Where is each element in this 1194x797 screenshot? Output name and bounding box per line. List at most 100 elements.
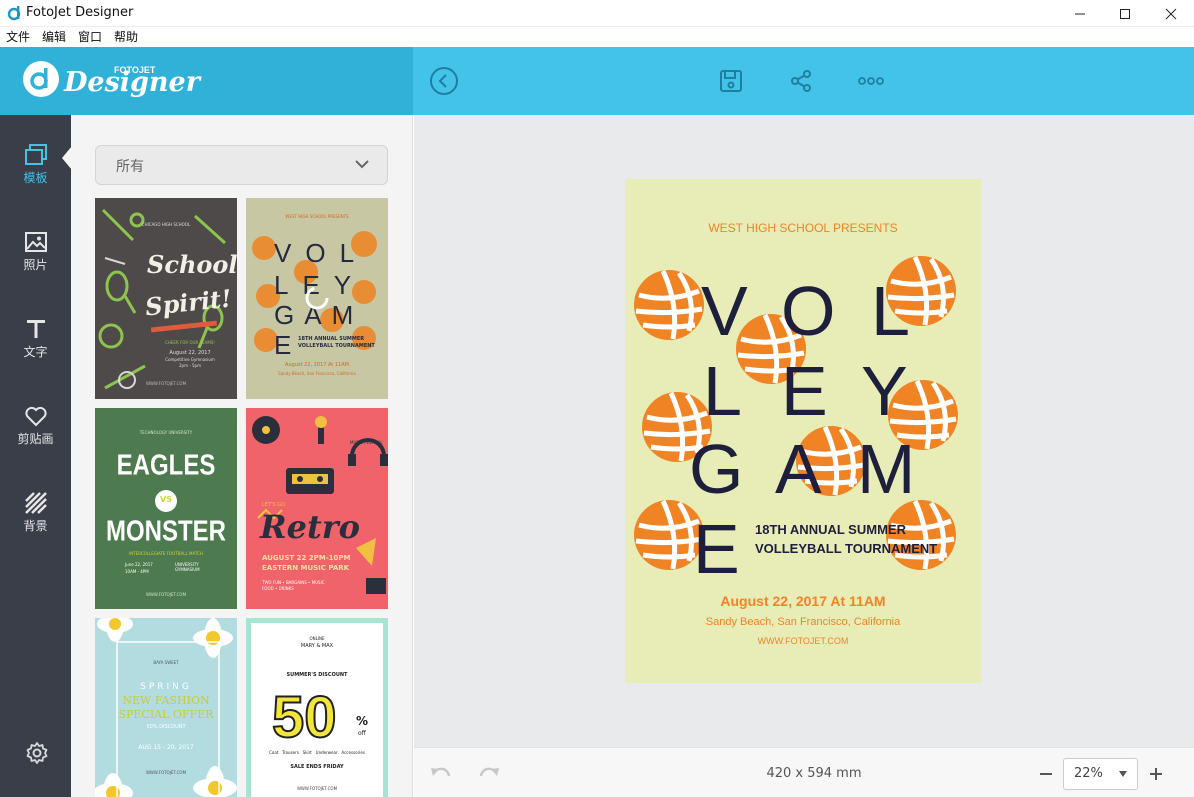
- spring-l2: NEW FASHION: [122, 694, 210, 707]
- share-icon: [791, 70, 811, 92]
- menu-help[interactable]: 帮助: [114, 27, 138, 47]
- spring-date: AUG 15 - 20, 2017: [138, 744, 194, 751]
- settings-button[interactable]: [25, 741, 49, 765]
- template-retro[interactable]: MUSIC FESTIVAL LET'S GO Retro AUGUST 22 …: [246, 408, 388, 609]
- template-discount[interactable]: ONLINE MARY & MAX SUMMER'S DISCOUNT 50 %…: [246, 618, 388, 797]
- minus-icon: [1040, 773, 1052, 775]
- menu-file[interactable]: 文件: [6, 27, 30, 47]
- minimize-button[interactable]: [1057, 0, 1103, 27]
- eagles-date: June 22, 2017: [125, 562, 153, 567]
- template-volleyball[interactable]: WEST HIGH SCHOOL PRESENTS VOL LEY GAM E …: [246, 198, 388, 399]
- poster-letter-y[interactable]: Y: [861, 351, 908, 431]
- template-icon: [25, 144, 47, 165]
- close-icon: [1165, 8, 1177, 19]
- poster-site[interactable]: WWW.FOTOJET.COM: [625, 636, 981, 646]
- volley-small-date: August 22, 2017 At 11AM: [285, 362, 349, 368]
- retro-extra1: TWO FUN • BARGAINS • MUSIC: [262, 580, 325, 585]
- title-bar: FotoJet Designer: [0, 0, 1194, 27]
- heart-icon: [25, 406, 47, 427]
- poster-letter-o[interactable]: O: [781, 271, 835, 351]
- share-button[interactable]: [786, 66, 816, 96]
- back-button[interactable]: [429, 66, 459, 96]
- poster-letter-e2[interactable]: E: [693, 509, 740, 589]
- spring-l3: SPECIAL OFFER: [118, 708, 214, 721]
- eagles-site: WWW.FOTOJET.COM: [145, 592, 187, 597]
- poster-letter-l1[interactable]: L: [871, 271, 910, 351]
- discount-pct: %: [356, 714, 369, 728]
- save-button[interactable]: [716, 66, 746, 96]
- nav-photos-label: 照片: [23, 258, 48, 272]
- template-school-spirit[interactable]: CHICAGO HIGH SCHOOL School Spirit! CHEER…: [95, 198, 237, 399]
- spring-l4: 50% DISCOUNT: [146, 724, 186, 730]
- nav-background-label: 背景: [23, 519, 48, 533]
- volley-small-l4: E: [274, 330, 292, 360]
- brand-name: Designer: [64, 67, 200, 98]
- close-button[interactable]: [1148, 0, 1194, 27]
- nav-clipart[interactable]: 剪贴画: [0, 396, 71, 456]
- template-spring[interactable]: BAYA SWEET SPRING NEW FASHION SPECIAL OF…: [95, 618, 237, 797]
- poster-letter-l2[interactable]: L: [703, 351, 742, 431]
- poster-letter-a[interactable]: A: [775, 429, 822, 509]
- bottom-bar: 420 x 594 mm 22%: [414, 747, 1194, 797]
- menu-edit[interactable]: 编辑: [42, 27, 66, 47]
- fotojet-logo-icon: [23, 61, 59, 97]
- poster-presents[interactable]: WEST HIGH SCHOOL PRESENTS: [625, 221, 981, 235]
- school-cheer: CHEER FOR OUR TEAMS!: [165, 340, 215, 345]
- poster-letter-m[interactable]: M: [857, 429, 915, 509]
- poster-letter-e1[interactable]: E: [781, 351, 828, 431]
- retro-title: Retro: [260, 508, 360, 546]
- gear-icon: [26, 742, 48, 764]
- left-sidebar: 模板 照片 文字 剪贴画 背景: [0, 115, 71, 797]
- nav-text[interactable]: 文字: [0, 309, 71, 369]
- more-button[interactable]: [856, 66, 886, 96]
- window-title: FotoJet Designer: [26, 5, 134, 20]
- category-value: 所有: [116, 159, 144, 175]
- logo-area: FOTOJET Designer: [0, 47, 413, 115]
- nav-templates[interactable]: 模板: [0, 135, 71, 195]
- school-top: CHICAGO HIGH SCHOOL: [141, 222, 191, 227]
- template-eagles-monster[interactable]: TECHNOLOGY UNIVERSITY EAGLES VS MONSTER …: [95, 408, 237, 609]
- app-logo-icon: [7, 6, 21, 21]
- discount-big: 50: [271, 684, 338, 751]
- nav-clipart-label: 剪贴画: [17, 432, 54, 446]
- nav-templates-label: 模板: [23, 171, 48, 185]
- nav-text-label: 文字: [23, 345, 48, 359]
- spring-top: BAYA SWEET: [153, 660, 179, 665]
- eagles-venue: UNIVERSITY GYMNASIUM: [175, 562, 200, 572]
- text-icon: [27, 320, 45, 338]
- eagles-vs: VS: [160, 495, 172, 504]
- discount-brand: MARY & MAX: [300, 643, 334, 649]
- back-arrow-icon: [430, 67, 458, 95]
- poster[interactable]: WEST HIGH SCHOOL PRESENTS V O L L E Y G …: [625, 179, 981, 683]
- retro-top: MUSIC FESTIVAL: [350, 440, 383, 445]
- loading-spinner-icon: [305, 286, 329, 310]
- poster-letter-v[interactable]: V: [701, 271, 748, 351]
- discount-top: ONLINE: [309, 636, 325, 641]
- poster-sub2[interactable]: VOLLEYBALL TOURNAMENT: [755, 541, 937, 556]
- more-icon: [858, 77, 884, 85]
- spring-bottom: WWW.FOTOJET.COM: [145, 770, 187, 775]
- maximize-button[interactable]: [1102, 0, 1148, 27]
- category-dropdown[interactable]: 所有: [95, 145, 388, 185]
- design-canvas[interactable]: WEST HIGH SCHOOL PRESENTS V O L L E Y G …: [414, 115, 1194, 747]
- zoom-select[interactable]: 22%: [1063, 758, 1138, 790]
- poster-date[interactable]: August 22, 2017 At 11AM: [625, 593, 981, 609]
- spring-l1: SPRING: [140, 682, 192, 692]
- retro-place: EASTERN MUSIC PARK: [262, 564, 350, 572]
- poster-sub1[interactable]: 18TH ANNUAL SUMMER: [755, 522, 906, 537]
- retro-date: AUGUST 22 2PM-10PM: [262, 554, 351, 562]
- menu-window[interactable]: 窗口: [78, 27, 102, 47]
- school-line1: School: [147, 250, 237, 279]
- zoom-value: 22%: [1074, 766, 1103, 781]
- caret-down-icon: [1119, 771, 1127, 777]
- nav-background[interactable]: 背景: [0, 483, 71, 543]
- eagles-time: 10AM - 4PM: [125, 569, 149, 574]
- nav-photos[interactable]: 照片: [0, 222, 71, 282]
- discount-cats: Coat Trousers Skirt Underwear Accessorie…: [269, 750, 365, 755]
- zoom-in-button[interactable]: [1148, 766, 1164, 782]
- school-site: WWW.FOTOJET.COM: [145, 381, 187, 386]
- discount-sub: SUMMER'S DISCOUNT: [286, 672, 348, 678]
- poster-place[interactable]: Sandy Beach, San Francisco, California: [625, 616, 981, 628]
- poster-letter-g[interactable]: G: [689, 429, 743, 509]
- zoom-out-button[interactable]: [1038, 766, 1054, 782]
